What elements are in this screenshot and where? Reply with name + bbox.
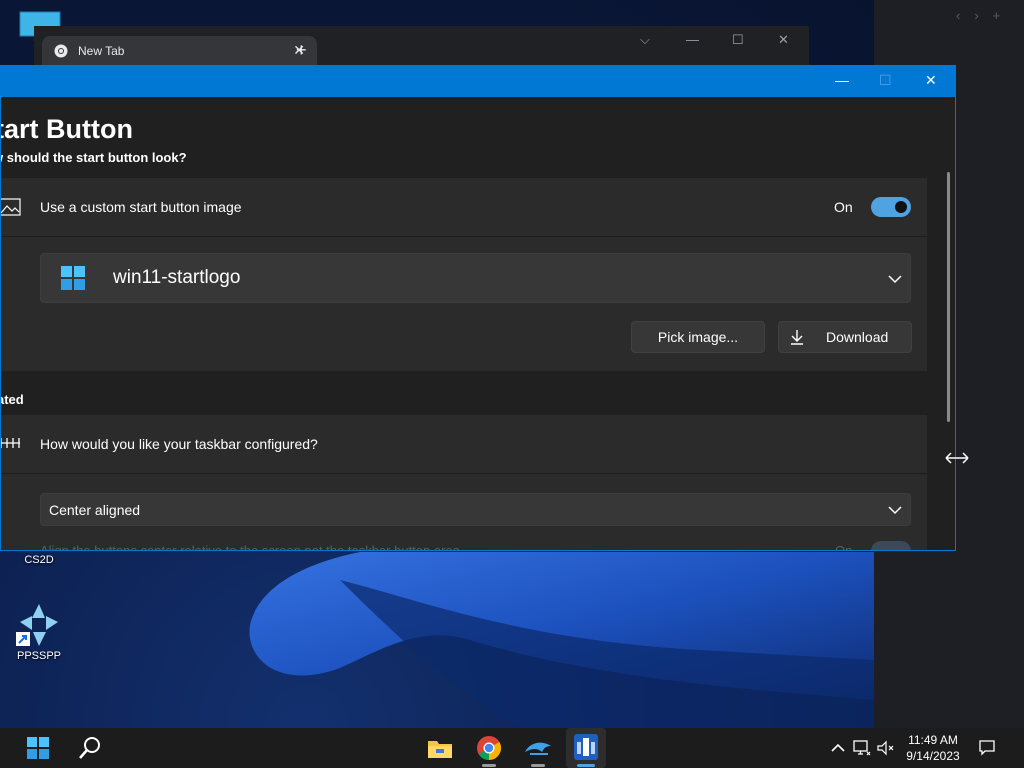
custom-image-toggle-state: On	[834, 199, 853, 215]
windows-logo-icon	[61, 266, 85, 290]
chrome-minimize-icon[interactable]: —	[686, 32, 699, 47]
dolphin-icon	[525, 742, 551, 755]
clock-date: 9/14/2023	[906, 749, 960, 763]
taskbar-config-label: How would you like your taskbar configur…	[40, 436, 318, 452]
running-indicator	[531, 764, 545, 767]
start-image-select-value: win11-startlogo	[113, 267, 241, 288]
dolphin-taskbar-button[interactable]	[518, 728, 558, 768]
download-button[interactable]: Download	[778, 321, 912, 353]
running-indicator	[482, 764, 496, 767]
chevron-up-icon[interactable]	[831, 743, 845, 753]
clock-time: 11:49 AM	[908, 733, 958, 747]
chrome-icon	[477, 736, 502, 760]
chrome-tab-title: New Tab	[78, 44, 125, 58]
ppsspp-icon	[16, 604, 58, 646]
resize-cursor-icon	[945, 452, 969, 464]
windows-start-icon	[27, 737, 49, 759]
desktop-icon-label: PPSSPP	[16, 650, 62, 662]
desktop-icon-cs2d[interactable]: CS2D	[7, 554, 71, 566]
chrome-taskbar-button[interactable]	[469, 728, 509, 768]
taskbar-config-card: How would you like your taskbar configur…	[1, 415, 927, 551]
network-icon[interactable]	[853, 740, 871, 756]
download-button-label: Download	[826, 329, 889, 345]
search-button[interactable]	[70, 728, 110, 768]
startallback-taskbar-button[interactable]	[566, 728, 606, 768]
taskbar: 11:49 AM 9/14/2023	[0, 728, 1024, 768]
running-indicator	[577, 764, 595, 767]
divider	[1, 473, 927, 474]
nav-arrows-icon: ‹›+	[956, 8, 1015, 23]
desktop-icon-label: CS2D	[24, 554, 54, 566]
volume-muted-icon[interactable]	[877, 740, 895, 756]
align-relative-label: Align the buttons center relative to the…	[40, 543, 460, 551]
settings-titlebar[interactable]: — ☐ ✕	[1, 66, 955, 97]
desktop-icon-ppsspp[interactable]: PPSSPP	[7, 600, 71, 662]
folder-icon	[428, 741, 452, 758]
align-relative-toggle[interactable]	[871, 541, 911, 550]
chrome-tab-search-icon[interactable]: ⌵	[640, 32, 650, 48]
image-icon	[1, 198, 21, 216]
search-icon	[79, 737, 100, 759]
align-relative-toggle-state: On	[835, 543, 853, 551]
settings-window: — ☐ ✕ tart Button w should the start but…	[0, 65, 956, 551]
chevron-down-icon	[888, 506, 902, 515]
chevron-down-icon	[888, 275, 902, 284]
section-subheader: w should the start button look?	[0, 150, 187, 165]
alignment-select-value: Center aligned	[49, 502, 141, 518]
pick-image-button[interactable]: Pick image...	[631, 321, 765, 353]
file-explorer-button[interactable]	[420, 728, 460, 768]
start-button[interactable]	[18, 728, 58, 768]
maximize-icon: ☐	[879, 72, 892, 88]
toggle-knob	[895, 201, 907, 213]
scrollbar[interactable]	[947, 172, 950, 422]
page-title: tart Button	[0, 114, 133, 144]
download-icon	[791, 330, 803, 345]
taskbar-align-icon	[1, 438, 20, 448]
chrome-logo-icon	[54, 44, 68, 58]
custom-image-toggle[interactable]	[871, 197, 911, 217]
notification-icon[interactable]	[979, 740, 995, 756]
chrome-tab-new-tab[interactable]: New Tab ✕	[42, 36, 317, 66]
clock[interactable]: 11:49 AM 9/14/2023	[900, 732, 966, 764]
divider	[1, 236, 927, 237]
custom-image-card: Use a custom start button image On win11…	[1, 178, 927, 371]
section-title: ated	[1, 392, 24, 407]
chrome-close-icon[interactable]: ✕	[778, 32, 789, 48]
custom-image-label: Use a custom start button image	[40, 199, 242, 215]
app-icon	[574, 734, 598, 760]
chrome-maximize-icon[interactable]: ☐	[732, 32, 744, 48]
chrome-new-tab-button[interactable]: +	[296, 40, 307, 61]
close-icon[interactable]: ✕	[925, 72, 937, 89]
start-image-select[interactable]: win11-startlogo	[40, 253, 911, 303]
minimize-icon[interactable]: —	[835, 72, 849, 88]
alignment-select[interactable]: Center aligned	[40, 493, 911, 526]
